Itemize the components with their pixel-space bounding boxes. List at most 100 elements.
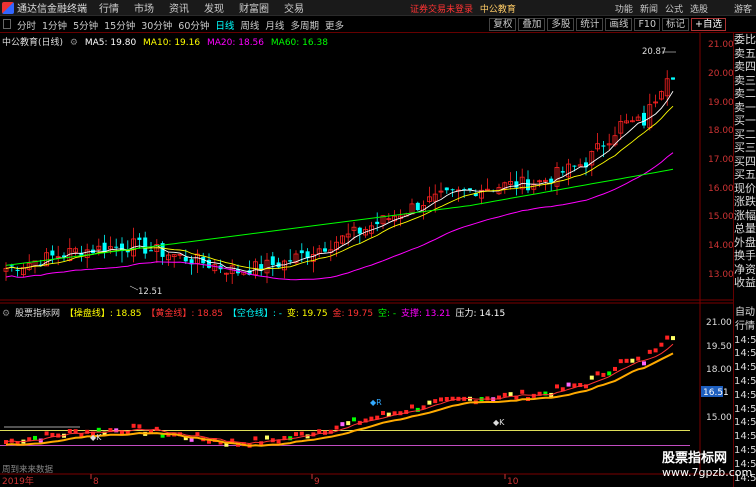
ind-tick: 21.00: [706, 318, 732, 328]
price-tick: 18.00: [708, 126, 734, 136]
signal-bar: [427, 400, 432, 405]
indicator-item: 金: 19.75: [332, 309, 376, 319]
signal-bar: [636, 356, 641, 361]
signal-bar: [589, 375, 594, 380]
indicator-item: 变: 19.75: [286, 309, 331, 319]
quote-panel-top: 委比 卖五 卖四 卖三 卖二 卖一 买一 买二 买三 买四 买五 现价 涨跌 涨幅 总量 外盘 换手 净资 收益: [734, 33, 756, 290]
quote-row-label: 买一: [734, 114, 756, 127]
signal-mark-k: ◆K: [90, 433, 102, 442]
tick-row: 14:56: [734, 375, 756, 387]
current-value-label: 16.51: [703, 388, 729, 398]
signal-bar: [346, 421, 351, 426]
signal-bar: [653, 348, 658, 353]
signal-bar: [520, 389, 525, 394]
signal-bar: [642, 361, 646, 366]
quote-row-label: 换手: [734, 249, 756, 262]
candle-body: [642, 112, 646, 126]
quote-row-label: 净资: [734, 262, 756, 276]
candle-body: [50, 250, 55, 256]
signal-bar: [566, 382, 571, 387]
signal-bar: [340, 422, 345, 427]
chart-canvas[interactable]: 21.00 20.00 19.00 18.00 17.00 16.00 15.0…: [0, 0, 756, 487]
signal-bar: [96, 427, 101, 432]
tick-row: 14:56: [734, 362, 756, 374]
signal-bar: [439, 397, 443, 402]
signal-bar: [265, 435, 269, 440]
quote-row-label: 现价: [734, 181, 756, 195]
candle-body: [560, 171, 565, 173]
candle-body: [183, 257, 188, 262]
x-tick: 2019年: [2, 475, 34, 487]
signal-bar: [555, 384, 559, 389]
quote-row-label: 买五: [734, 168, 756, 181]
tick-row: 行情: [735, 320, 755, 332]
candle-body: [114, 246, 119, 248]
ind-tick: 15.00: [706, 413, 732, 423]
quote-row-label: 涨跌: [734, 195, 756, 208]
signal-bar: [33, 435, 37, 440]
candle-body: [450, 189, 455, 191]
quote-row-label: 买四: [734, 154, 756, 168]
indicator-name[interactable]: 股票指标网: [15, 309, 60, 319]
signal-bar: [73, 429, 78, 434]
signal-bar: [508, 392, 513, 397]
candle-body: [9, 265, 14, 267]
stock-title[interactable]: 中公教育(日线): [2, 38, 63, 48]
indicator-values: 【操盘线】: 18.85 【黄金线】: 18.85 【空仓线】: - 变: 19…: [65, 309, 507, 319]
price-tick: 13.00: [708, 270, 734, 280]
quote-row-label: 买三: [734, 141, 756, 154]
low-price-label: 12.51: [138, 287, 162, 297]
signal-mark-k: ◆K: [493, 418, 505, 427]
signal-bar: [410, 404, 414, 409]
quote-row-label: 收益: [734, 276, 756, 289]
signal-bar: [607, 371, 612, 376]
price-tick: 17.00: [708, 155, 734, 165]
x-tick: 8: [93, 477, 99, 487]
watermark-title: 股票指标网: [662, 451, 728, 466]
signal-bar: [613, 366, 617, 371]
candle-body: [299, 250, 304, 254]
quote-row-label: 卖五: [734, 46, 756, 60]
signal-bar: [334, 425, 339, 430]
candle-body: [572, 165, 577, 167]
signal-bar: [595, 371, 600, 376]
candle-body: [137, 237, 142, 240]
signal-bar: [485, 396, 490, 401]
quote-row-label: 卖二: [734, 87, 756, 100]
quote-row-label: 外盘: [734, 235, 756, 249]
signal-bar: [4, 440, 8, 445]
tick-row: 自动: [735, 307, 755, 318]
indicator-item: 支撑: 13.21: [401, 309, 454, 319]
price-tick: 16.00: [708, 184, 734, 194]
tick-row: 14:56: [734, 444, 756, 456]
indicator-item: 压力: 14.15: [455, 309, 506, 319]
candle-body: [323, 248, 327, 252]
price-tick: 14.00: [708, 241, 734, 251]
candle-body: [601, 145, 606, 147]
indicator-gear-icon[interactable]: ⚙: [2, 309, 10, 319]
signal-bar: [433, 399, 438, 404]
tick-row: 14:56: [734, 389, 756, 401]
candle-body: [15, 269, 20, 271]
candle-body: [357, 227, 362, 234]
ind-tick: 18.00: [706, 365, 732, 375]
ma60-label: MA60: 16.38: [270, 38, 328, 48]
price-tick: 20.00: [708, 69, 734, 79]
quote-panel: 委比 卖五 卖四 卖三 卖二 卖一 买一 买二 买三 买四 买五 现价 涨跌 涨幅 总量 外盘 换手 净资 收益 自…: [733, 33, 756, 487]
tick-row: 14:56: [734, 431, 756, 443]
signal-bar: [671, 336, 675, 341]
signal-bar: [299, 431, 304, 436]
tick-row: 14:56: [734, 334, 756, 346]
indicator-header: ⚙ 股票指标网 【操盘线】: 18.85 【黄金线】: 18.85 【空仓线】:…: [2, 306, 509, 319]
signal-bar: [294, 432, 298, 437]
x-tick: 9: [314, 477, 320, 487]
signal-bar: [630, 358, 635, 363]
signal-mark-r: ◆R: [370, 398, 382, 407]
settings-gear-icon[interactable]: ⚙: [70, 38, 78, 48]
tick-row: 14:56: [734, 403, 756, 415]
candle-body: [375, 221, 380, 225]
main-chart-header: 中公教育(日线) ⚙ MA5: 19.80 MA10: 19.16 MA20: …: [2, 35, 332, 48]
signal-bar: [531, 393, 536, 398]
indicator-item: 空: -: [377, 309, 399, 319]
data-note: 周到来来数据: [2, 464, 54, 475]
